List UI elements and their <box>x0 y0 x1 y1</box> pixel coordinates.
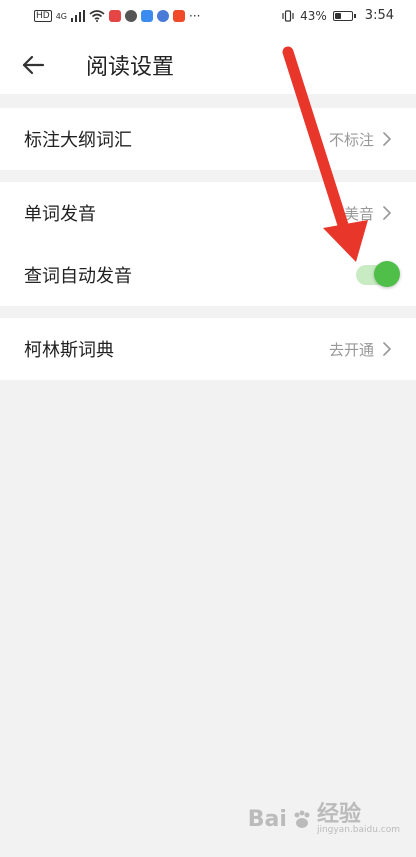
collins-value-group: 去开通 <box>329 339 392 360</box>
mark-vocab-value-group: 不标注 <box>329 129 392 150</box>
mark-vocab-row[interactable]: 标注大纲词汇 不标注 <box>0 108 416 170</box>
wifi-icon <box>89 10 105 22</box>
hd-label: HD <box>34 10 52 22</box>
vibrate-icon <box>282 9 294 22</box>
app-header: 阅读设置 <box>0 34 416 94</box>
watermark-url: jingyan.baidu.com <box>316 825 400 835</box>
mark-vocab-value: 不标注 <box>328 130 374 149</box>
chevron-right-icon <box>383 132 391 146</box>
notification-app-icon <box>109 10 121 22</box>
page-title: 阅读设置 <box>86 55 175 80</box>
auto-pronounce-label: 查词自动发音 <box>24 266 132 287</box>
pronunciation-value-group: 美音 <box>344 203 392 224</box>
paw-icon <box>294 810 310 828</box>
pronunciation-value: 美音 <box>343 204 374 223</box>
auto-pronounce-toggle[interactable] <box>356 261 400 287</box>
battery-percent: 43% <box>300 8 327 23</box>
status-bar: HD 4G ··· 43% 3:54 <box>0 0 416 34</box>
watermark-suffix: 经验 jingyan.baidu.com <box>317 804 400 835</box>
mark-vocab-label: 标注大纲词汇 <box>24 130 132 151</box>
back-button[interactable] <box>16 48 50 82</box>
collins-row[interactable]: 柯林斯词典 去开通 <box>0 318 416 380</box>
collins-value: 去开通 <box>328 340 374 359</box>
notification-app-icon <box>173 10 185 22</box>
chevron-right-icon <box>383 342 391 356</box>
pronunciation-label: 单词发音 <box>24 204 96 225</box>
auto-pronounce-row: 查词自动发音 <box>0 244 416 306</box>
notification-app-icon <box>141 10 153 22</box>
notification-app-icon <box>125 10 137 22</box>
collins-label: 柯林斯词典 <box>24 340 114 361</box>
clock: 3:54 <box>364 8 394 23</box>
status-right-icons: 43% 3:54 <box>282 8 394 23</box>
status-left-icons: HD 4G ··· <box>34 9 200 23</box>
battery-icon <box>332 10 356 21</box>
notification-app-icon <box>157 10 169 22</box>
toggle-knob <box>374 261 400 287</box>
more-notifications-icon: ··· <box>189 9 201 23</box>
baidu-watermark: Bai 经验 jingyan.baidu.com <box>248 804 400 835</box>
chevron-right-icon <box>383 206 391 220</box>
back-arrow-icon <box>22 55 45 75</box>
watermark-brand: Bai <box>247 807 287 832</box>
signal-icon <box>71 10 85 22</box>
pronunciation-row[interactable]: 单词发音 美音 <box>0 182 416 244</box>
watermark-suffix-text: 经验 <box>316 802 361 827</box>
signal-label: 4G <box>55 11 67 21</box>
